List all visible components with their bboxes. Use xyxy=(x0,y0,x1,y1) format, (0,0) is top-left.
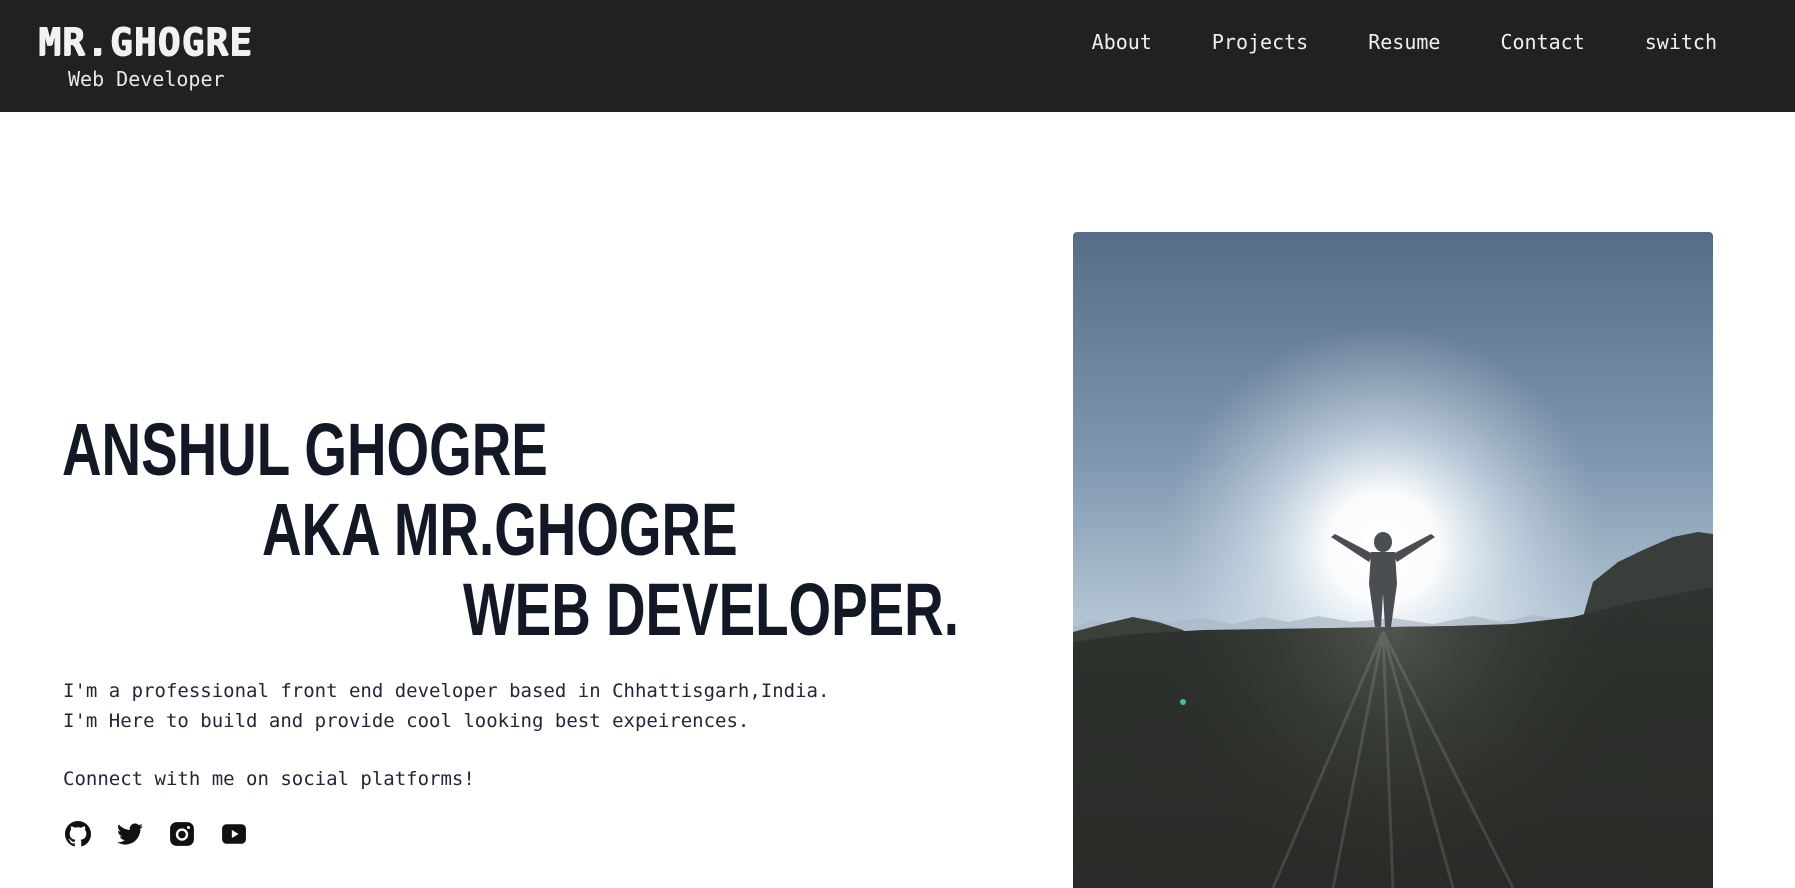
twitter-icon xyxy=(117,823,143,845)
social-cta: Connect with me on social platforms! xyxy=(63,768,475,790)
brand[interactable]: MR.GHOGRE Web Developer xyxy=(38,20,268,92)
social-links xyxy=(64,820,248,848)
hero-alias: AKA MR.GHOGRE xyxy=(262,488,738,571)
hero-role: WEB DEVELOPER. xyxy=(463,568,959,651)
youtube-link[interactable] xyxy=(220,820,248,848)
theme-switch-link[interactable]: switch xyxy=(1645,28,1717,56)
intro-line-location: I'm a professional front end developer b… xyxy=(63,680,830,702)
github-icon xyxy=(65,821,91,847)
instagram-link[interactable] xyxy=(168,820,196,848)
intro-text: I'm a professional front end developer b… xyxy=(63,676,830,794)
nav-about-link[interactable]: About xyxy=(1092,28,1152,56)
hero-photo xyxy=(1073,232,1713,888)
site-subtitle: Web Developer xyxy=(68,67,225,91)
twitter-link[interactable] xyxy=(116,820,144,848)
github-link[interactable] xyxy=(64,820,92,848)
main-nav: About Projects Resume Contact switch xyxy=(1092,28,1717,56)
top-navbar: MR.GHOGRE Web Developer About Projects R… xyxy=(0,0,1795,112)
instagram-icon xyxy=(170,822,194,846)
site-logo[interactable]: MR.GHOGRE xyxy=(38,20,268,64)
nav-resume-link[interactable]: Resume xyxy=(1368,28,1440,56)
nav-contact-link[interactable]: Contact xyxy=(1500,28,1584,56)
person-silhouette-photo xyxy=(1073,232,1713,888)
hero-heading: ANSHUL GHOGRE AKA MR.GHOGRE WEB DEVELOPE… xyxy=(62,410,962,650)
youtube-icon xyxy=(222,824,246,844)
nav-projects-link[interactable]: Projects xyxy=(1212,28,1308,56)
intro-line-mission: I'm Here to build and provide cool looki… xyxy=(63,710,750,732)
hero-name: ANSHUL GHOGRE xyxy=(62,408,548,491)
